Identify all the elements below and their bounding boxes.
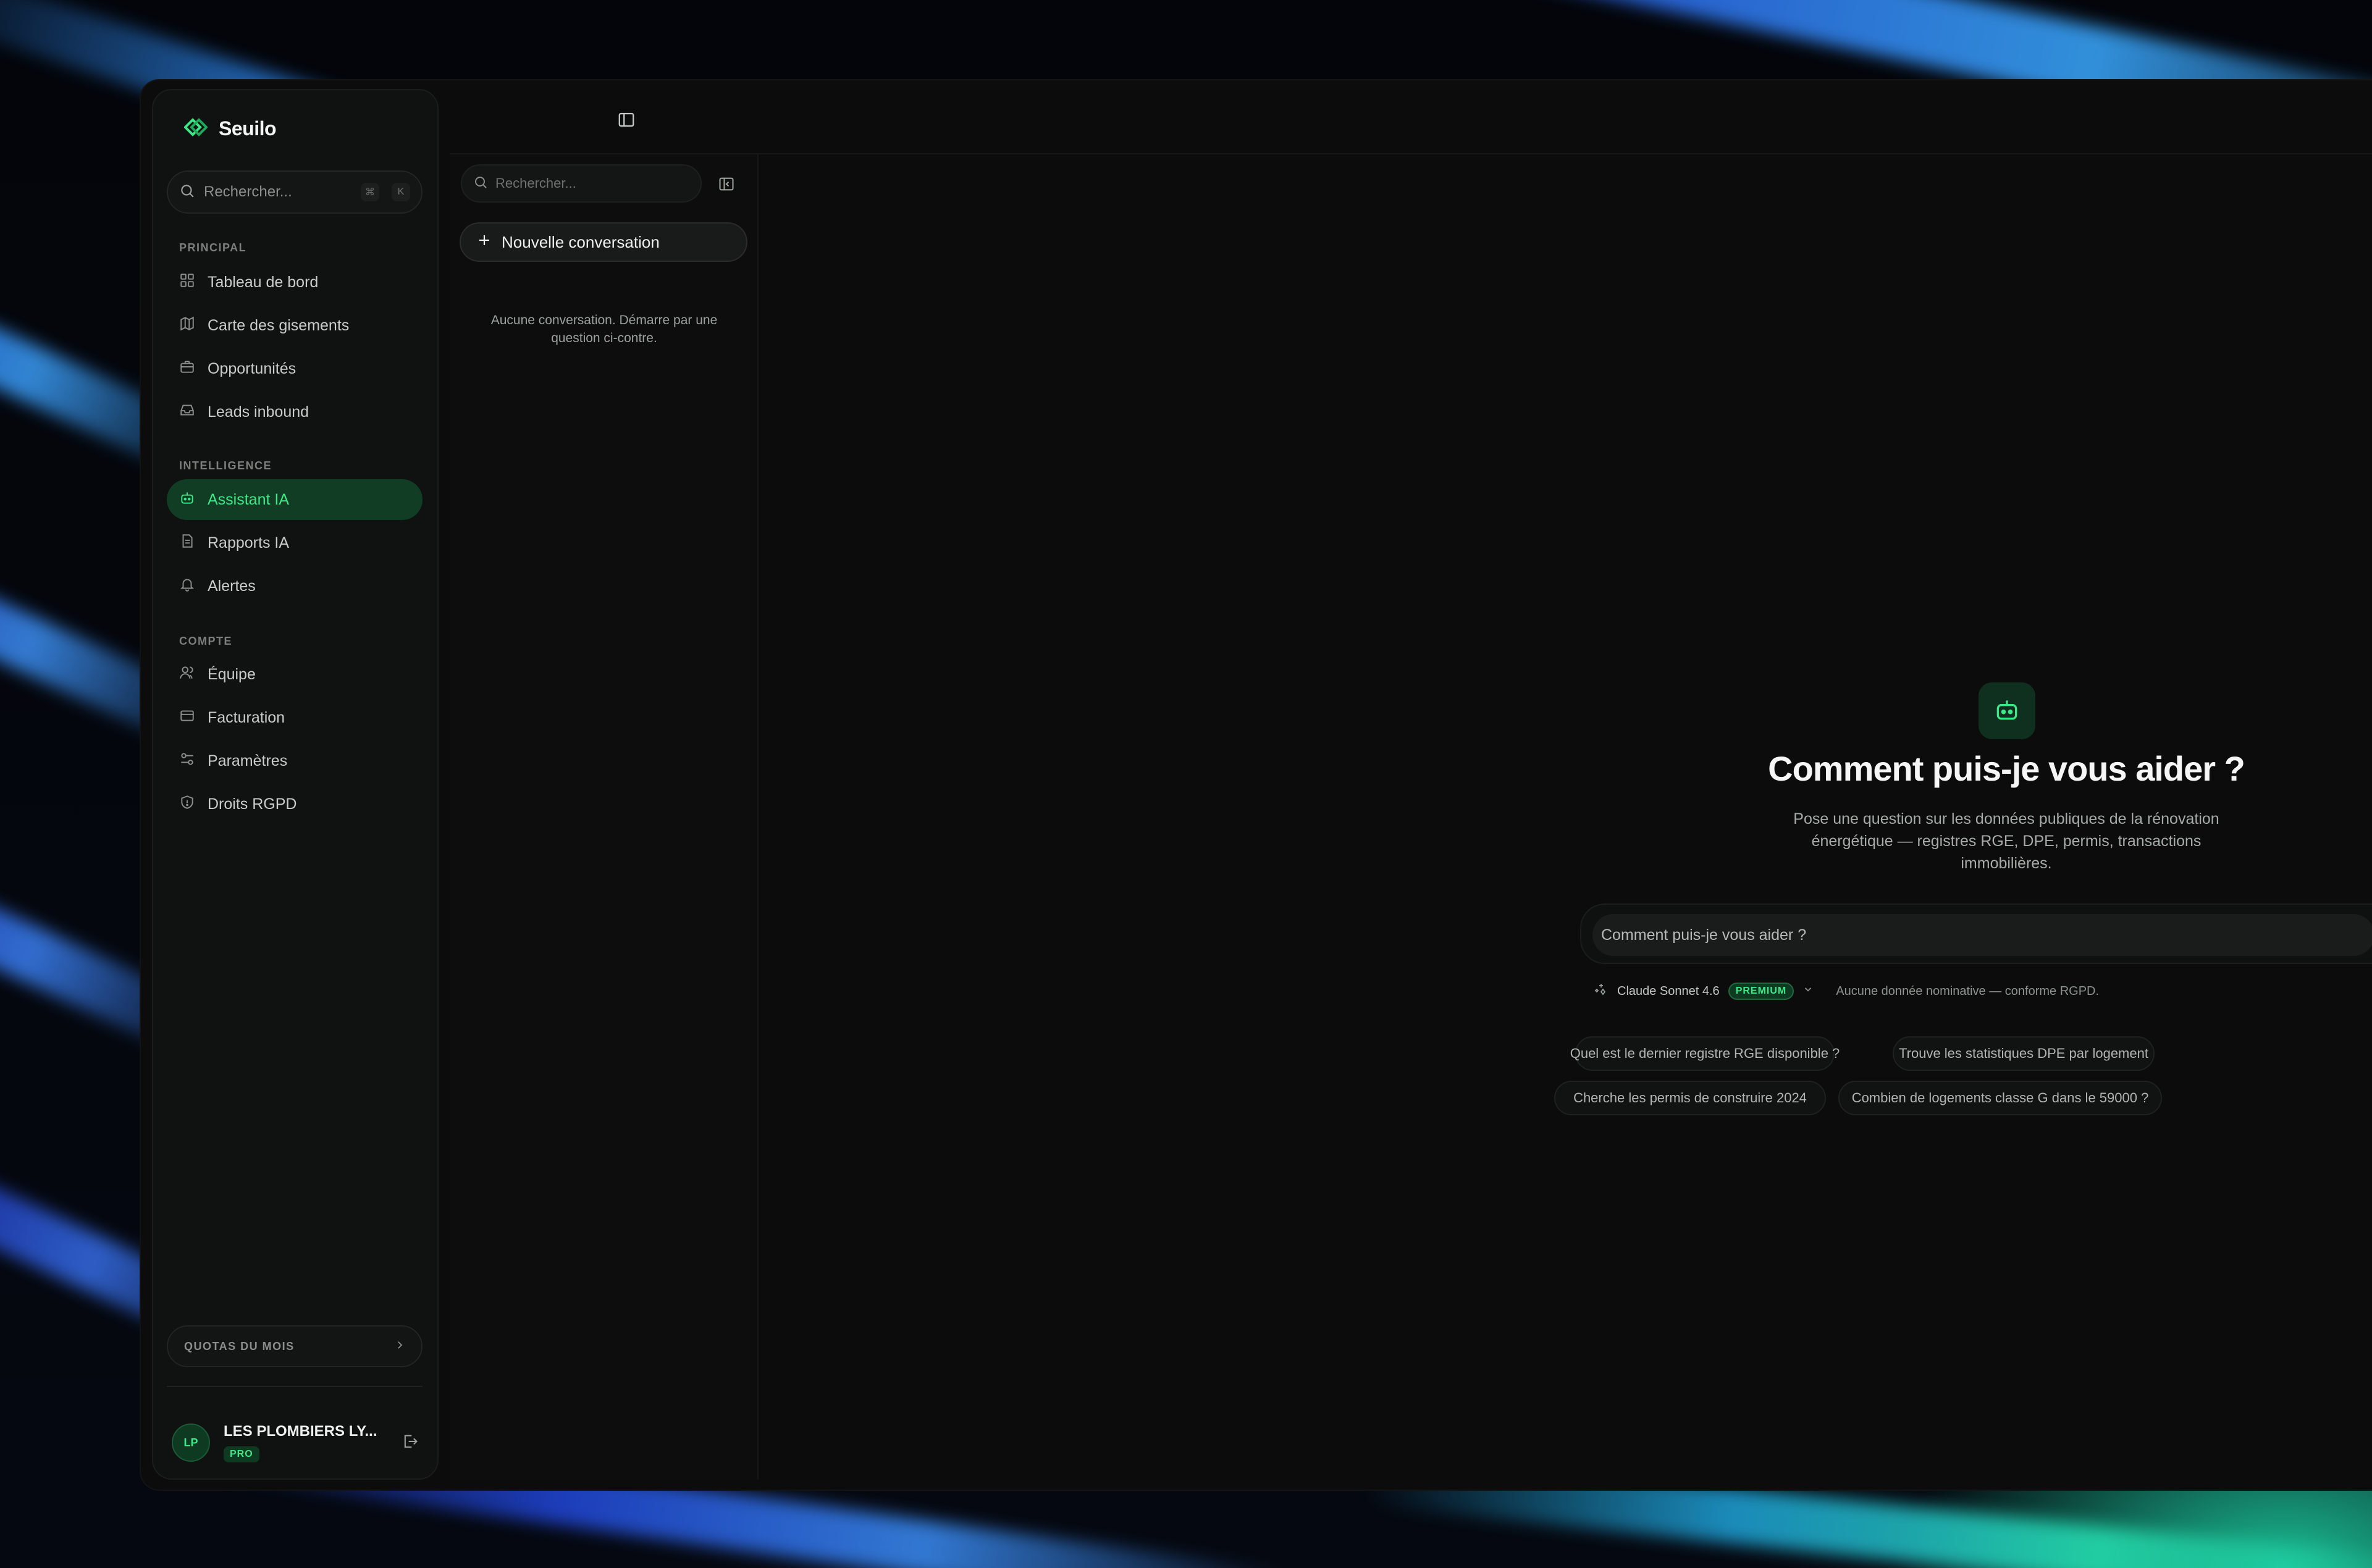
sidebar-item-opportunites[interactable]: Opportunités <box>167 348 423 389</box>
report-icon <box>179 533 195 553</box>
sidebar-item-label: Opportunités <box>208 359 296 377</box>
conversation-search[interactable]: Rechercher... <box>461 164 702 203</box>
rgpd-note: Aucune donnée nominative — conforme RGPD… <box>1836 984 2100 998</box>
model-name[interactable]: Claude Sonnet 4.6 <box>1617 984 1720 999</box>
suggestion-chip[interactable]: Quel est le dernier registre RGE disponi… <box>1570 1036 1840 1071</box>
sidebar-item-tableau-de-bord[interactable]: Tableau de bord <box>167 262 423 303</box>
section-label-compte: COMPTE <box>179 635 233 647</box>
sidebar-search[interactable]: Rechercher... ⌘ K <box>167 170 423 214</box>
bell-icon <box>179 576 195 597</box>
shortcut-key-k: K <box>392 183 410 201</box>
empty-conversations-text: Aucune conversation. Démarre par une que… <box>490 313 718 345</box>
chat-headline: Comment puis-je vous aider ? <box>1768 749 2245 788</box>
chat-subtext: Pose une question sur les données publiq… <box>1793 810 2219 872</box>
sidebar-item-droits-rgpd[interactable]: Droits RGPD <box>167 784 423 824</box>
inbox-icon <box>179 402 195 422</box>
shield-icon <box>179 794 195 815</box>
sidebar-item-assistant-ia[interactable]: Assistant IA <box>167 479 423 520</box>
app-window: Seuilo Rechercher... ⌘ K PRINCIPAL Table… <box>141 80 2372 1490</box>
sidebar-item-facturation[interactable]: Facturation <box>167 697 423 738</box>
quota-card[interactable]: QUOTAS DU MOIS <box>167 1325 423 1367</box>
brand[interactable]: Seuilo <box>183 117 277 140</box>
sidebar-item-carte-des-gisements[interactable]: Carte des gisements <box>167 305 423 346</box>
avatar: LP <box>172 1423 210 1462</box>
sidebar-item-label: Droits RGPD <box>208 795 297 813</box>
users-icon <box>179 665 195 685</box>
sidebar-item-leads-inbound[interactable]: Leads inbound <box>167 392 423 432</box>
chevron-down-icon[interactable] <box>1802 984 1814 999</box>
sidebar-item-parametres[interactable]: Paramètres <box>167 740 423 781</box>
sidebar-item-equipe[interactable]: Équipe <box>167 654 423 695</box>
dashboard-icon <box>179 272 195 293</box>
assistant-avatar <box>1979 682 2035 739</box>
sidebar-item-label: Rapports IA <box>208 534 290 551</box>
sidebar-divider <box>167 1386 423 1387</box>
top-bar <box>450 80 2372 154</box>
search-icon <box>473 175 488 193</box>
plan-badge: PRO <box>224 1446 259 1462</box>
quota-label: QUOTAS DU MOIS <box>184 1340 295 1352</box>
sidebar-item-label: Tableau de bord <box>208 273 319 291</box>
seuilo-logo-icon <box>183 118 208 140</box>
section-label-intelligence: INTELLIGENCE <box>179 459 272 472</box>
chat-input[interactable]: Comment puis-je vous aider ? <box>1592 914 2372 956</box>
brand-name: Seuilo <box>219 117 277 140</box>
credit-card-icon <box>179 708 195 728</box>
new-conversation-button[interactable]: Nouvelle conversation <box>460 222 747 262</box>
sliders-icon <box>179 751 195 771</box>
sidebar-item-alertes[interactable]: Alertes <box>167 566 423 606</box>
premium-badge: PREMIUM <box>1728 983 1794 1000</box>
suggestion-chip[interactable]: Combien de logements classe G dans le 59… <box>1838 1081 2162 1115</box>
new-conversation-label: Nouvelle conversation <box>502 232 660 251</box>
shortcut-key-cmd: ⌘ <box>361 183 379 201</box>
model-selector-row: Claude Sonnet 4.6 PREMIUM Aucune donnée … <box>1594 982 2099 1000</box>
bot-icon <box>179 490 195 510</box>
sidebar-item-label: Équipe <box>208 665 256 683</box>
sidebar-item-label: Carte des gisements <box>208 316 350 334</box>
sidebar-item-label: Facturation <box>208 708 285 726</box>
collapse-panel-icon[interactable] <box>715 173 738 195</box>
sidebar-item-rapports-ia[interactable]: Rapports IA <box>167 522 423 563</box>
chevron-right-icon <box>394 1340 405 1354</box>
sidebar-item-label: Alertes <box>208 577 256 595</box>
sparkles-icon <box>1594 982 1609 1000</box>
user-profile[interactable]: LP LES PLOMBIERS LY... PRO <box>172 1412 419 1474</box>
section-label-principal: PRINCIPAL <box>179 241 247 254</box>
user-name: LES PLOMBIERS LY... <box>224 1423 377 1440</box>
conversation-panel: Rechercher... Nouvelle conversation Aucu… <box>450 154 759 1480</box>
search-icon <box>179 183 195 202</box>
bot-icon <box>1993 696 2021 726</box>
suggestion-chip[interactable]: Trouve les statistiques DPE par logement <box>1893 1036 2155 1071</box>
suggestion-chip[interactable]: Cherche les permis de construire 2024 <box>1554 1081 1826 1115</box>
toggle-sidebar-icon[interactable] <box>615 109 637 131</box>
conversation-search-input[interactable]: Rechercher... <box>495 175 576 191</box>
sidebar: Seuilo Rechercher... ⌘ K PRINCIPAL Table… <box>152 89 439 1480</box>
sidebar-item-label: Assistant IA <box>208 490 289 508</box>
sidebar-item-label: Paramètres <box>208 752 288 769</box>
sidebar-item-label: Leads inbound <box>208 403 309 421</box>
map-icon <box>179 316 195 336</box>
plus-icon <box>477 233 492 252</box>
sidebar-search-input[interactable]: Rechercher... <box>204 183 348 201</box>
logout-icon[interactable] <box>402 1433 419 1453</box>
briefcase-icon <box>179 359 195 379</box>
